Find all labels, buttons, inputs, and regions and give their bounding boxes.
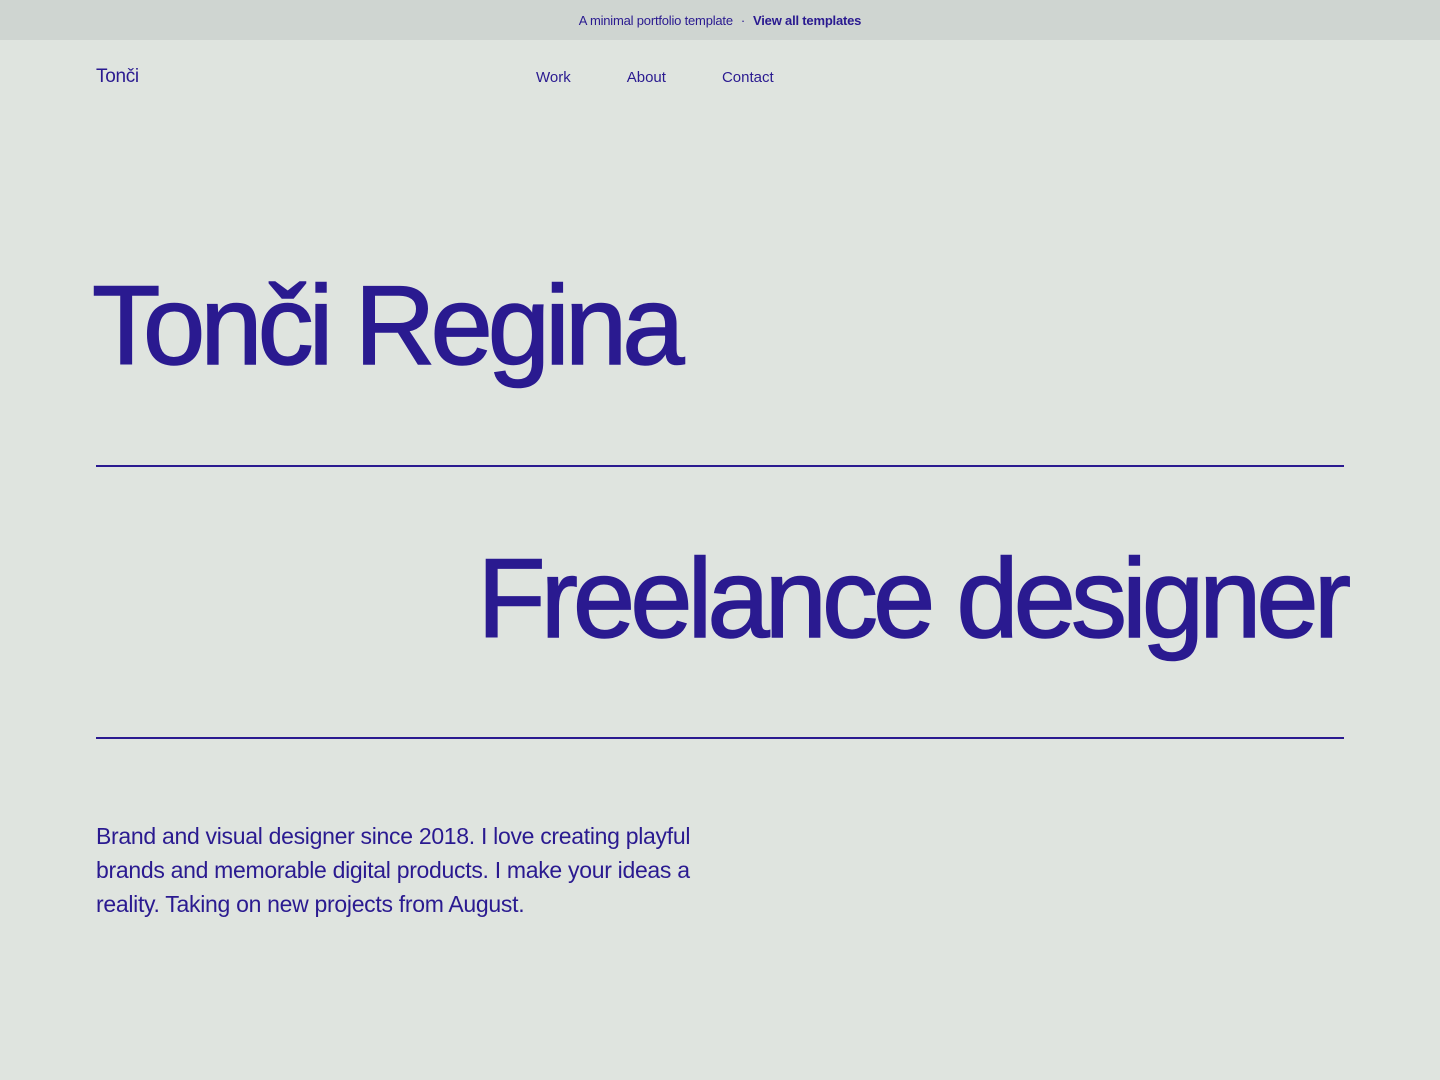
- hero-role: Freelance designer: [476, 536, 1351, 661]
- hero-name: Tonči Regina: [91, 263, 685, 388]
- divider-top: [96, 465, 1344, 467]
- nav-link-contact[interactable]: Contact: [722, 69, 774, 86]
- nav-link-about[interactable]: About: [627, 69, 666, 86]
- bio-paragraph: Brand and visual designer since 2018. I …: [96, 823, 691, 917]
- site-header: Tonči Work About Contact: [0, 40, 1440, 116]
- template-banner: A minimal portfolio template · View all …: [0, 0, 1440, 40]
- banner-separator: ·: [740, 12, 746, 28]
- view-all-templates-link[interactable]: View all templates: [753, 13, 861, 28]
- site-logo[interactable]: Tonči: [96, 66, 139, 88]
- main-nav: Work About Contact: [536, 69, 774, 86]
- nav-link-work[interactable]: Work: [536, 69, 571, 86]
- banner-text: A minimal portfolio template: [578, 12, 733, 28]
- divider-bottom: [96, 737, 1344, 739]
